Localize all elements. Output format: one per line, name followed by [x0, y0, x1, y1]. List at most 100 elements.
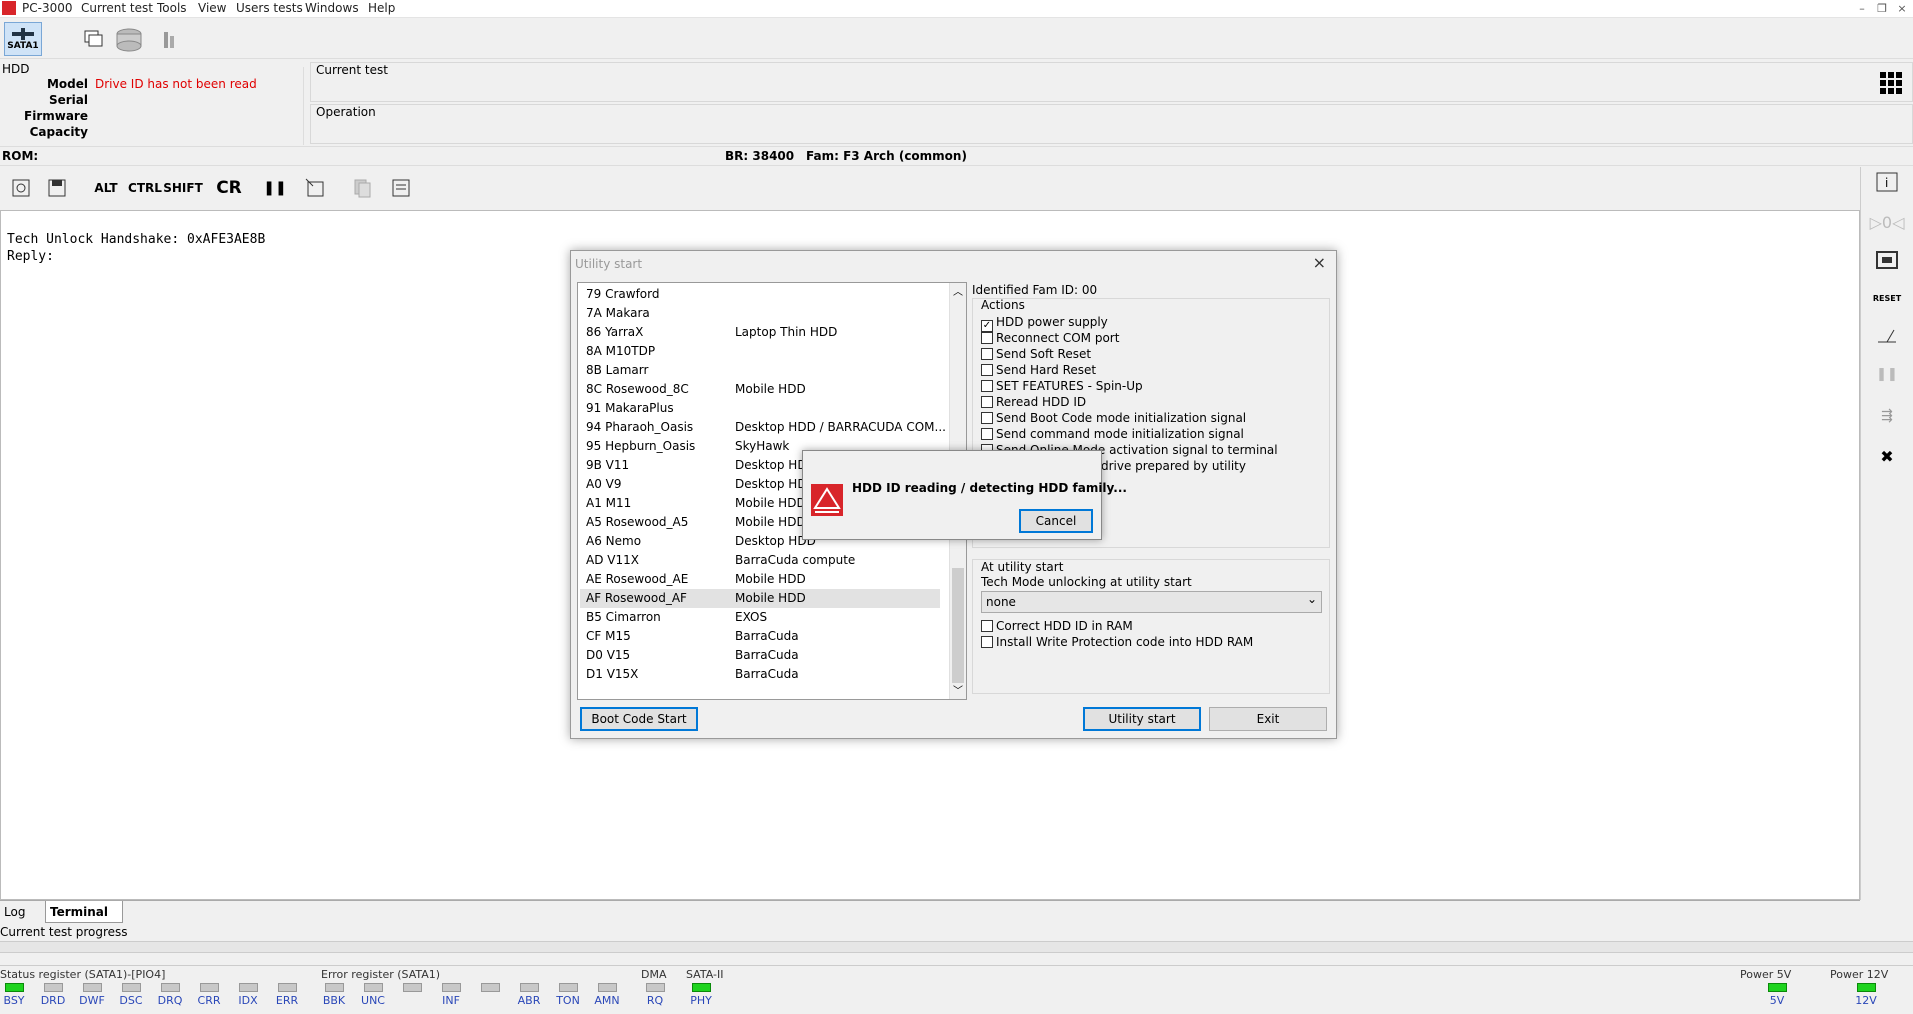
tech-mode-select[interactable]: none ⌄: [981, 591, 1322, 613]
play-button[interactable]: ▷0◁: [1869, 207, 1905, 237]
disk-button[interactable]: [112, 22, 146, 56]
family-row[interactable]: D0 V15 BarraCuda: [580, 646, 940, 665]
shift-button[interactable]: SHIFT: [163, 171, 203, 205]
led-label: 12V: [1855, 994, 1877, 1007]
terminal-settings-button[interactable]: [384, 171, 418, 205]
family-id: 95 Hepburn_Oasis: [586, 439, 696, 453]
chip-button[interactable]: [1869, 245, 1905, 275]
menu-tools[interactable]: Tools: [157, 1, 187, 15]
family-row[interactable]: D1 V15X BarraCuda: [580, 665, 940, 684]
family-row[interactable]: 8A M10TDP: [580, 342, 940, 361]
family-row[interactable]: 79 Crawford: [580, 285, 940, 304]
clear-button[interactable]: [298, 171, 332, 205]
terminal-toolbar: ALT CTRL SHIFT CR ❚❚: [0, 167, 1860, 209]
alt-button[interactable]: ALT: [88, 171, 124, 205]
action-checkbox[interactable]: Send Hard Reset: [981, 363, 1096, 377]
status-led: INF: [436, 983, 466, 1007]
rom-label: ROM:: [2, 149, 39, 163]
copy-button[interactable]: [345, 171, 379, 205]
family-row[interactable]: CF M15 BarraCuda: [580, 627, 940, 646]
option-label: Correct HDD ID in RAM: [996, 619, 1133, 633]
scroll-up-icon[interactable]: ︿: [953, 283, 963, 298]
power-switch-button[interactable]: [1869, 321, 1905, 351]
sata1-port-button[interactable]: SATA1: [4, 22, 42, 56]
app-logo-icon: [2, 1, 16, 15]
utility-start-button[interactable]: Utility start: [1083, 707, 1201, 731]
save-button[interactable]: [40, 171, 74, 205]
current-test-box: Current test: [310, 62, 1913, 102]
step-button[interactable]: ⇶: [1869, 401, 1905, 431]
action-checkbox[interactable]: Reconnect COM port: [981, 331, 1119, 345]
family-row[interactable]: AE Rosewood_AE Mobile HDD: [580, 570, 940, 589]
pause-button[interactable]: ❚❚: [258, 171, 292, 205]
action-checkbox[interactable]: Send Boot Code mode initialization signa…: [981, 411, 1246, 425]
restore-icon[interactable]: ❐: [1872, 1, 1892, 17]
action-checkbox[interactable]: ✓ HDD power supply: [981, 315, 1108, 332]
action-checkbox[interactable]: Send Soft Reset: [981, 347, 1091, 361]
family-id: A1 M11: [586, 496, 632, 510]
menu-help[interactable]: Help: [368, 1, 395, 15]
tools-button[interactable]: ✖: [1869, 441, 1905, 471]
action-checkbox[interactable]: drive prepared by utility: [1101, 459, 1246, 473]
menu-view[interactable]: View: [198, 1, 226, 15]
tech-mode-value: none: [986, 595, 1016, 609]
dialog-close-icon[interactable]: ×: [1313, 253, 1326, 272]
cr-button[interactable]: CR: [212, 171, 246, 205]
copy-windows-button[interactable]: [76, 22, 110, 56]
action-checkbox[interactable]: Send command mode initialization signal: [981, 427, 1244, 441]
scroll-thumb[interactable]: [952, 568, 964, 683]
family-row[interactable]: 94 Pharaoh_Oasis Desktop HDD / BARRACUDA …: [580, 418, 946, 437]
hdd-panel-title: HDD: [2, 62, 30, 76]
menu-current-test[interactable]: Current test: [81, 1, 153, 15]
led-label: ERR: [275, 994, 299, 1007]
ctrl-button[interactable]: CTRL: [126, 171, 164, 205]
option-checkbox[interactable]: Correct HDD ID in RAM: [981, 619, 1133, 633]
scroll-down-icon[interactable]: ﹀: [953, 682, 963, 697]
reset-icon: RESET: [1872, 293, 1902, 303]
family-desc: Desktop HDD / BARRACUDA COM...: [735, 420, 946, 434]
settings-button[interactable]: [4, 171, 38, 205]
menu-windows[interactable]: Windows: [305, 1, 359, 15]
info-button[interactable]: i: [1869, 167, 1905, 197]
family-row[interactable]: AD V11X BarraCuda compute: [580, 551, 940, 570]
pause-side-button[interactable]: ❚❚: [1869, 359, 1905, 389]
minimize-icon[interactable]: –: [1852, 1, 1872, 17]
tab-terminal[interactable]: Terminal: [45, 901, 123, 923]
family-row[interactable]: B5 Cimarron EXOS: [580, 608, 940, 627]
reset-button[interactable]: RESET: [1869, 283, 1905, 313]
family-row[interactable]: 8B Lamarr: [580, 361, 940, 380]
grid-menu-icon[interactable]: [1880, 72, 1902, 94]
family-row[interactable]: 91 MakaraPlus: [580, 399, 940, 418]
led-indicator: [645, 983, 665, 992]
led-indicator: [558, 983, 578, 992]
family-id: A5 Rosewood_A5: [586, 515, 689, 529]
family-row[interactable]: 86 YarraX Laptop Thin HDD: [580, 323, 940, 342]
boot-code-start-button[interactable]: Boot Code Start: [580, 707, 698, 731]
option-checkbox[interactable]: Install Write Protection code into HDD R…: [981, 635, 1253, 649]
family-id: 8C Rosewood_8C: [586, 382, 689, 396]
action-label: Send Hard Reset: [996, 363, 1097, 377]
led-label: 5V: [1769, 994, 1785, 1007]
led-label: DWF: [79, 994, 105, 1007]
led-indicator: [160, 983, 180, 992]
family-row[interactable]: AF Rosewood_AF Mobile HDD: [580, 589, 940, 608]
app-title: PC-3000: [22, 1, 73, 15]
exit-button[interactable]: Exit: [1209, 707, 1327, 731]
tool-button[interactable]: [152, 22, 186, 56]
family-row[interactable]: 8C Rosewood_8C Mobile HDD: [580, 380, 940, 399]
family-id: A6 Nemo: [586, 534, 642, 548]
family-row[interactable]: 7A Makara: [580, 304, 940, 323]
menu-users-tests[interactable]: Users tests: [236, 1, 303, 15]
led-indicator: [480, 983, 500, 992]
family-id: AE Rosewood_AE: [586, 572, 689, 586]
close-icon[interactable]: ×: [1892, 1, 1912, 17]
switch-icon: [1878, 329, 1896, 343]
windows-icon: [84, 30, 103, 47]
family-id: AF Rosewood_AF: [586, 591, 687, 605]
family-id: 94 Pharaoh_Oasis: [586, 420, 694, 434]
cancel-button[interactable]: Cancel: [1019, 509, 1093, 533]
action-checkbox[interactable]: Reread HDD ID: [981, 395, 1086, 409]
action-checkbox[interactable]: SET FEATURES - Spin-Up: [981, 379, 1143, 393]
checkbox-box: [981, 620, 993, 632]
tab-log[interactable]: Log: [0, 901, 29, 923]
